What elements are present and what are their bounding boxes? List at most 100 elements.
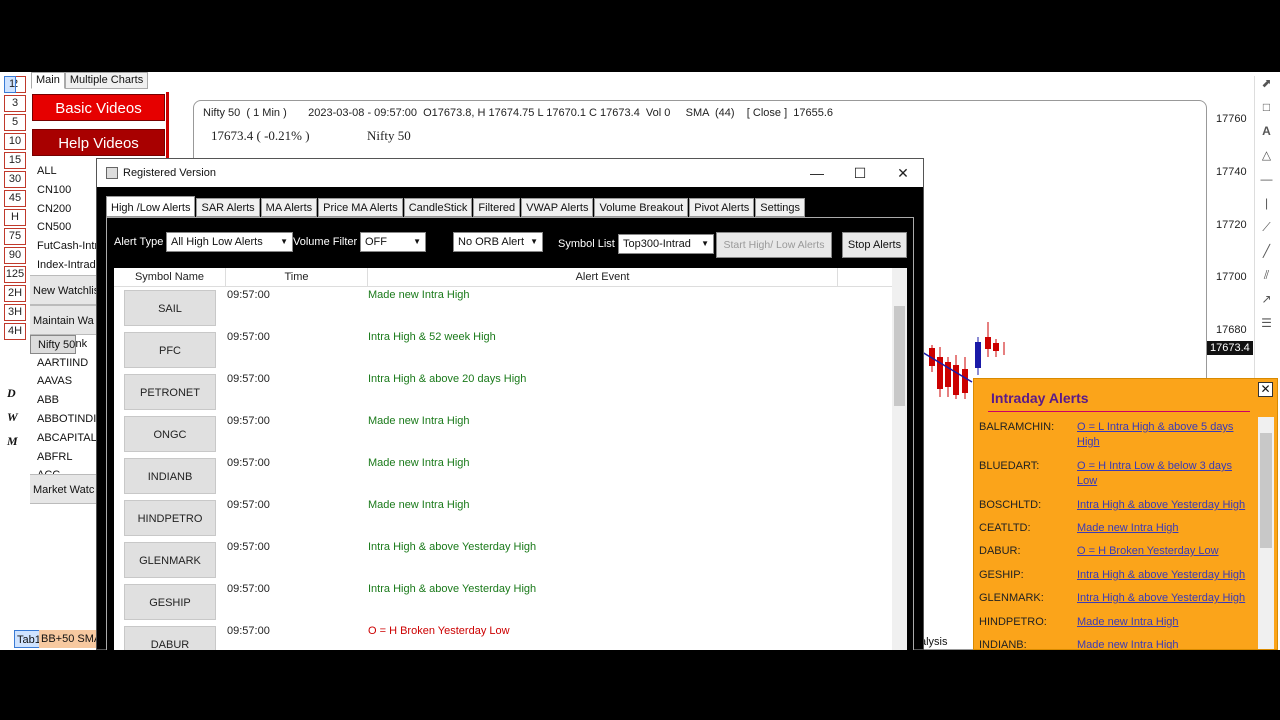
tab-filtered[interactable]: Filtered [473, 198, 521, 217]
list-item[interactable]: CN500 [30, 218, 96, 237]
stop-alerts-button[interactable]: Stop Alerts [842, 232, 907, 258]
daily-tool[interactable]: D [7, 386, 16, 401]
table-row[interactable]: ONGC 09:57:00 Made new Intra High [114, 414, 892, 456]
maximize-icon[interactable]: ☐ [838, 159, 882, 187]
list-item[interactable]: CN200 [30, 200, 96, 219]
list-item[interactable]: Nifty 50 [30, 334, 77, 354]
symbol-cell[interactable]: GESHIP [124, 584, 216, 620]
weekly-tool[interactable]: W [7, 410, 18, 425]
tab-bb-sma[interactable]: BB+50 SMA [39, 630, 96, 648]
text-icon[interactable]: A [1255, 124, 1278, 148]
list-item[interactable]: ACC [30, 466, 96, 474]
list-item[interactable]: Index-Intrad [30, 256, 96, 275]
tab-sar-alerts[interactable]: SAR Alerts [196, 198, 260, 217]
arrow-icon[interactable]: ↗ [1255, 292, 1278, 316]
timeframe-125[interactable]: 125 [4, 266, 26, 283]
tab-multiple-charts[interactable]: Multiple Charts [64, 72, 149, 89]
timeframe-5[interactable]: 5 [4, 114, 26, 131]
timeframe-3h[interactable]: 3H [4, 304, 26, 321]
cursor-icon[interactable]: ⬈ [1255, 76, 1278, 100]
col-event[interactable]: Alert Event [368, 268, 838, 287]
table-row[interactable]: PFC 09:57:00 Intra High & 52 week High [114, 330, 892, 372]
alert-link[interactable]: Intra High & above Yesterday High [1077, 591, 1252, 606]
rectangle-icon[interactable]: □ [1255, 100, 1278, 124]
close-icon[interactable]: ✕ [1258, 382, 1273, 397]
market-watch-button[interactable]: Market Watc [30, 474, 96, 505]
col-time[interactable]: Time [226, 268, 368, 287]
fib-icon[interactable]: ☰ [1255, 316, 1278, 340]
alert-link[interactable]: Made new Intra High [1077, 615, 1252, 630]
table-row[interactable]: PETRONET 09:57:00 Intra High & above 20 … [114, 372, 892, 414]
tab-candlestick[interactable]: CandleStick [403, 198, 473, 217]
symbol-cell[interactable]: DABUR [124, 626, 216, 650]
monthly-tool[interactable]: M [7, 434, 18, 449]
hline-icon[interactable]: — [1255, 172, 1278, 196]
timeframe-15[interactable]: 15 [4, 152, 26, 169]
tab-main[interactable]: Main [31, 72, 65, 89]
new-watchlist-button[interactable]: New Watchlis [30, 274, 96, 305]
close-icon[interactable]: ✕ [881, 159, 925, 187]
tab-ma-alerts[interactable]: MA Alerts [260, 198, 318, 217]
list-item[interactable]: AAVAS [30, 372, 96, 391]
ray-icon[interactable]: ⟋ [1255, 220, 1278, 244]
symbol-cell[interactable]: PFC [124, 332, 216, 368]
timeframe-h[interactable]: H [4, 209, 26, 226]
table-row[interactable]: DABUR 09:57:00 O = H Broken Yesterday Lo… [114, 624, 892, 650]
volume-filter-select[interactable]: OFF ▼ [360, 232, 426, 252]
timeframe-4h[interactable]: 4H [4, 323, 26, 340]
timeframe-90[interactable]: 90 [4, 247, 26, 264]
tab-volume-breakout[interactable]: Volume Breakout [594, 198, 689, 217]
trendline-icon[interactable]: ╱ [1255, 244, 1278, 268]
alert-type-select[interactable]: All High Low Alerts ▼ [166, 232, 293, 252]
list-item[interactable]: ABCAPITAL [30, 429, 96, 448]
list-item[interactable]: CN100 [30, 181, 96, 200]
symbol-list-select[interactable]: Top300-Intrad ▼ [618, 234, 714, 254]
table-row[interactable]: GLENMARK 09:57:00 Intra High & above Yes… [114, 540, 892, 582]
timeframe-75[interactable]: 75 [4, 228, 26, 245]
symbol-cell[interactable]: GLENMARK [124, 542, 216, 578]
table-row[interactable]: SAIL 09:57:00 Made new Intra High [114, 288, 892, 330]
list-item[interactable]: ABB [30, 391, 96, 410]
alert-link[interactable]: Made new Intra High [1077, 521, 1252, 536]
tab-price-ma-alerts[interactable]: Price MA Alerts [318, 198, 403, 217]
tab-high-low-alerts[interactable]: High /Low Alerts [106, 196, 196, 217]
help-videos-button[interactable]: Help Videos [32, 129, 165, 156]
symbol-cell[interactable]: SAIL [124, 290, 216, 326]
alert-link[interactable]: O = H Broken Yesterday Low [1077, 544, 1252, 559]
col-symbol[interactable]: Symbol Name [114, 268, 226, 287]
tab-pivot-alerts[interactable]: Pivot Alerts [689, 198, 755, 217]
triangle-icon[interactable]: △ [1255, 148, 1278, 172]
symbol-cell[interactable]: HINDPETRO [124, 500, 216, 536]
symbol-cell[interactable]: PETRONET [124, 374, 216, 410]
list-item[interactable]: ABFRL [30, 448, 96, 467]
alert-link[interactable]: O = L Intra High & above 5 days High [1077, 420, 1252, 450]
scroll-thumb[interactable] [1260, 433, 1272, 548]
tab-settings[interactable]: Settings [755, 198, 806, 217]
start-alerts-button[interactable]: Start High/ Low Alerts [716, 232, 832, 258]
symbol-cell[interactable]: INDIANB [124, 458, 216, 494]
alert-link[interactable]: Intra High & above Yesterday High [1077, 568, 1252, 583]
timeframe-3[interactable]: 3 [4, 95, 26, 112]
timeframe-1[interactable]: 1 [4, 76, 17, 93]
channel-icon[interactable]: ⫽ [1255, 268, 1278, 292]
symbol-cell[interactable]: ONGC [124, 416, 216, 452]
table-row[interactable]: HINDPETRO 09:57:00 Made new Intra High [114, 498, 892, 540]
alert-link[interactable]: Made new Intra High [1077, 638, 1252, 649]
table-scrollbar[interactable] [892, 268, 907, 650]
timeframe-2h[interactable]: 2H [4, 285, 26, 302]
list-item[interactable]: AARTIIND [30, 354, 96, 373]
alert-link[interactable]: Intra High & above Yesterday High [1077, 498, 1252, 513]
scroll-thumb[interactable] [894, 306, 905, 406]
list-item[interactable]: ABBOTINDIA [30, 410, 96, 429]
timeframe-45[interactable]: 45 [4, 190, 26, 207]
basic-videos-button[interactable]: Basic Videos [32, 94, 165, 121]
vline-icon[interactable]: | [1255, 196, 1278, 220]
timeframe-10[interactable]: 10 [4, 133, 26, 150]
alert-link[interactable]: O = H Intra Low & below 3 days Low [1077, 459, 1252, 489]
timeframe-30[interactable]: 30 [4, 171, 26, 188]
alerts-scrollbar[interactable] [1258, 417, 1274, 649]
table-row[interactable]: INDIANB 09:57:00 Made new Intra High [114, 456, 892, 498]
table-row[interactable]: GESHIP 09:57:00 Intra High & above Yeste… [114, 582, 892, 624]
orb-select[interactable]: No ORB Alert ▼ [453, 232, 543, 252]
list-item[interactable]: FutCash-Intr [30, 237, 96, 256]
